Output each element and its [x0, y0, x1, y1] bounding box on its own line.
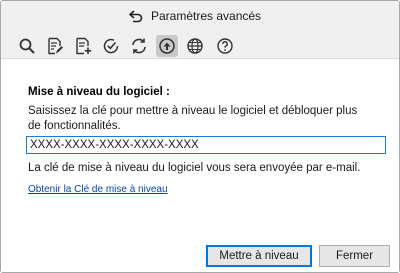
document-edit-icon: [48, 37, 63, 55]
toolbar-help[interactable]: [214, 35, 236, 57]
toolbar-globe[interactable]: [184, 35, 206, 57]
help-icon: [217, 38, 233, 54]
close-button[interactable]: Fermer: [319, 245, 390, 267]
section-heading: Mise à niveau du logiciel :: [28, 86, 170, 98]
toolbar-upgrade[interactable]: [156, 35, 178, 57]
title-bar: Paramètres avancés: [1, 1, 399, 32]
upgrade-description: Saisissez la clé pour mettre à niveau le…: [28, 105, 358, 132]
back-arrow-icon[interactable]: [128, 8, 144, 24]
upgrade-key-input[interactable]: [26, 136, 386, 154]
check-circle-icon: [103, 38, 119, 54]
upgrade-panel: Mise à niveau du logiciel : Saisissez la…: [1, 59, 399, 272]
upgrade-icon: [159, 38, 175, 54]
toolbar-search[interactable]: [16, 35, 38, 57]
toolbar-document-edit[interactable]: [44, 35, 66, 57]
email-note: La clé de mise à niveau du logiciel vous…: [28, 162, 361, 174]
toolbar-document-add[interactable]: [72, 35, 94, 57]
search-icon: [19, 38, 35, 54]
toolbar-check[interactable]: [100, 35, 122, 57]
upgrade-button[interactable]: Mettre à niveau: [206, 245, 312, 267]
get-upgrade-key-link[interactable]: Obtenir la Clé de mise à niveau: [28, 184, 168, 195]
window-title: Paramètres avancés: [151, 9, 262, 23]
toolbar: [1, 32, 399, 59]
advanced-settings-window: Paramètres avancés Mise à niveau du logi…: [0, 0, 400, 273]
globe-icon: [187, 38, 203, 54]
toolbar-refresh[interactable]: [128, 35, 150, 57]
refresh-icon: [132, 38, 146, 54]
document-add-icon: [76, 37, 92, 55]
